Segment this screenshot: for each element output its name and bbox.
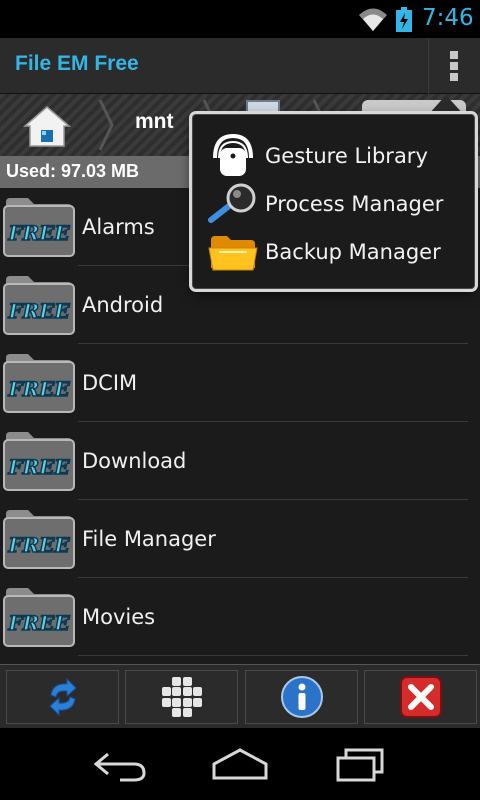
info-button[interactable] [245,670,358,724]
magnifier-icon [208,183,256,223]
bottom-toolbar [0,664,480,728]
back-icon[interactable] [90,742,150,786]
action-bar: File EM Free [0,38,480,94]
list-item[interactable]: FREE File Manager [0,500,480,578]
menu-item-label: Process Manager [265,192,444,216]
menu-item-backup-manager[interactable]: Backup Manager [193,228,476,276]
storage-used-label: Used: 97.03 MB [6,161,140,181]
battery-charging-icon [396,7,412,32]
file-name: Alarms [82,215,155,239]
grid-view-button[interactable] [125,670,238,724]
close-icon [399,676,442,718]
folder-badge: FREE [7,455,70,479]
list-item[interactable]: FREE Movies [0,578,480,656]
popup-menu-pointer [428,95,464,115]
folder-free-icon: FREE [3,588,75,647]
gesture-lock-icon [213,134,253,176]
home-nav-icon[interactable] [210,742,270,786]
folder-open-icon [208,236,258,271]
overflow-menu-button[interactable] [428,38,480,94]
grid-icon [161,677,202,717]
path-current-folder[interactable]: mnt [135,110,174,134]
file-name: DCIM [82,371,138,395]
list-item[interactable]: FREE Download [0,422,480,500]
recents-icon[interactable] [330,742,390,786]
navigation-bar [0,728,480,800]
folder-badge: FREE [7,299,70,323]
clock: 7:46 [422,5,474,31]
folder-badge: FREE [7,377,70,401]
file-name: Download [82,449,187,473]
folder-badge: FREE [7,611,70,635]
path-separator-icon [98,99,114,151]
refresh-icon [48,677,77,717]
menu-item-gesture-library[interactable]: Gesture Library [193,132,476,180]
wifi-icon [359,8,387,31]
sdcard-icon[interactable] [246,100,280,114]
folder-free-icon: FREE [3,432,75,491]
menu-item-label: Gesture Library [265,144,428,168]
overflow-popup-menu: Gesture Library Process Manager Backup M… [192,114,475,289]
folder-free-icon: FREE [3,276,75,335]
folder-free-icon: FREE [3,510,75,569]
file-name: Android [82,293,164,317]
home-icon[interactable] [22,104,72,148]
status-bar: 7:46 [0,0,480,38]
folder-free-icon: FREE [3,354,75,413]
app-title: File EM Free [15,52,139,75]
folder-free-icon: FREE [3,198,75,257]
refresh-button[interactable] [6,670,119,724]
info-icon [280,676,323,718]
menu-item-process-manager[interactable]: Process Manager [193,180,476,228]
list-item[interactable]: FREE DCIM [0,344,480,422]
file-name: Movies [82,605,156,629]
folder-badge: FREE [7,221,70,245]
menu-item-label: Backup Manager [265,240,441,264]
folder-badge: FREE [7,533,70,557]
close-button[interactable] [364,670,477,724]
file-name: File Manager [82,527,216,551]
